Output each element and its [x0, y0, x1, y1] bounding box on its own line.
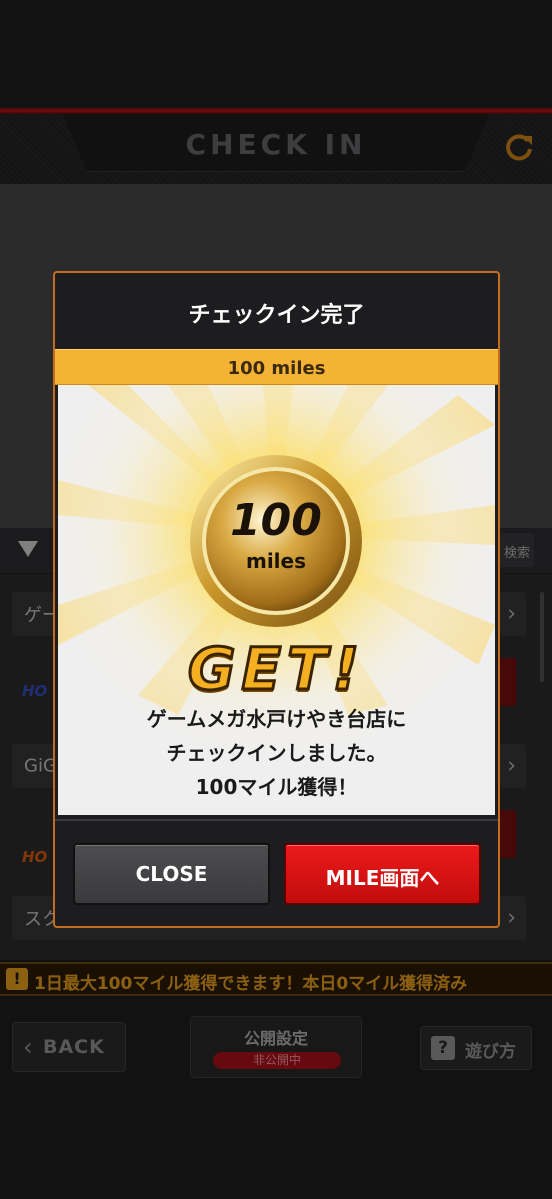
close-button-label: CLOSE — [135, 862, 208, 886]
dialog-title: チェックイン完了 — [188, 303, 365, 328]
coin-value: 100 — [230, 495, 322, 546]
close-button[interactable]: CLOSE — [73, 843, 270, 905]
checkin-complete-dialog: チェックイン完了 100 miles 100 miles GET! ゲームメガ水… — [53, 271, 500, 928]
miles-bar: 100 miles — [55, 349, 498, 385]
mile-screen-button[interactable]: MILE画面へ — [284, 843, 481, 905]
miles-bar-text: 100 miles — [227, 358, 326, 379]
get-banner: GET! — [186, 634, 366, 705]
coin-unit: miles — [245, 549, 307, 573]
message-line: ゲームメガ水戸けやき台店に — [146, 707, 407, 731]
divider — [55, 819, 498, 821]
mile-screen-button-label: MILE画面へ — [325, 866, 440, 890]
reward-panel: 100 miles GET! ゲームメガ水戸けやき台店に チェックインしました。… — [58, 385, 495, 815]
message-line: チェックインしました。 — [166, 741, 387, 765]
message-line: 100マイル獲得！ — [195, 775, 358, 799]
